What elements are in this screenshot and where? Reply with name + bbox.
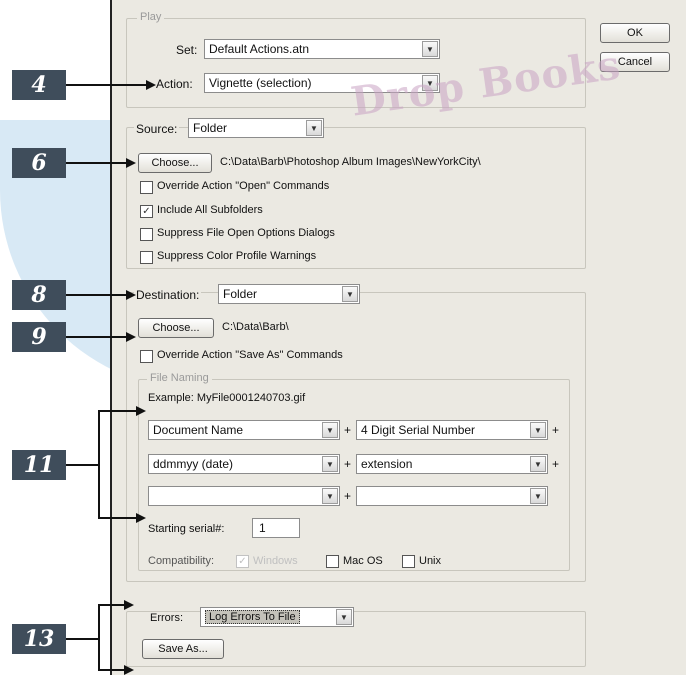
- suppress-open-options-checkbox[interactable]: [140, 228, 153, 241]
- callout-11-bottom-line: [98, 517, 136, 519]
- naming-field-3[interactable]: ddmmyy (date) ▼: [148, 454, 340, 474]
- macos-checkbox[interactable]: [326, 555, 339, 568]
- callout-6: 6: [12, 148, 66, 178]
- callout-11-line: [66, 464, 100, 466]
- chevron-down-icon[interactable]: ▼: [322, 456, 338, 472]
- chevron-down-icon[interactable]: ▼: [306, 120, 322, 136]
- naming-field-5[interactable]: ▼: [148, 486, 340, 506]
- override-open-checkbox[interactable]: [140, 181, 153, 194]
- windows-label: Windows: [253, 555, 298, 567]
- callout-13-bracket: [98, 604, 100, 671]
- source-group: [126, 127, 586, 269]
- action-value: Vignette (selection): [209, 76, 312, 90]
- chevron-down-icon[interactable]: ▼: [530, 456, 546, 472]
- source-choose-button[interactable]: Choose...: [138, 153, 212, 173]
- plus-sign: +: [344, 489, 352, 503]
- plus-sign: +: [552, 457, 560, 471]
- include-subfolders-label: Include All Subfolders: [157, 204, 263, 216]
- callout-4: 4: [12, 70, 66, 100]
- action-label: Action:: [156, 77, 193, 91]
- serial-label: Starting serial#:: [148, 523, 225, 535]
- callout-11-top-arrowhead: [136, 406, 146, 416]
- naming-field-3-value: ddmmyy (date): [153, 457, 234, 471]
- macos-label: Mac OS: [343, 555, 383, 567]
- destination-path: C:\Data\Barb\: [222, 321, 289, 333]
- callout-8-arrowhead: [126, 290, 136, 300]
- callout-11: 11: [12, 450, 66, 480]
- destination-value: Folder: [223, 287, 258, 301]
- errors-label: Errors:: [148, 612, 185, 624]
- callout-8-line: [66, 294, 126, 296]
- source-value: Folder: [193, 121, 228, 135]
- callout-13-bottom-arrowhead: [124, 665, 134, 675]
- chevron-down-icon[interactable]: ▼: [322, 422, 338, 438]
- naming-field-2[interactable]: 4 Digit Serial Number ▼: [356, 420, 548, 440]
- compat-label: Compatibility:: [148, 555, 215, 567]
- callout-13-bottom-line: [98, 669, 124, 671]
- file-naming-legend: File Naming: [147, 372, 212, 384]
- callout-9-arrowhead: [126, 332, 136, 342]
- unix-label: Unix: [419, 555, 442, 567]
- callout-11-bottom-arrowhead: [136, 513, 146, 523]
- callout-13: 13: [12, 624, 66, 654]
- windows-checkbox[interactable]: ✓: [236, 555, 249, 568]
- callout-6-line: [66, 162, 126, 164]
- naming-field-4[interactable]: extension ▼: [356, 454, 548, 474]
- naming-field-1[interactable]: Document Name ▼: [148, 420, 340, 440]
- source-path: C:\Data\Barb\Photoshop Album Images\NewY…: [220, 156, 481, 168]
- override-open-label: Override Action "Open" Commands: [157, 180, 330, 192]
- chevron-down-icon[interactable]: ▼: [336, 609, 352, 625]
- chevron-down-icon[interactable]: ▼: [530, 422, 546, 438]
- callout-13-line: [66, 638, 100, 640]
- set-label: Set:: [176, 43, 198, 57]
- suppress-open-options-label: Suppress File Open Options Dialogs: [157, 227, 335, 239]
- errors-value: Log Errors To File: [205, 610, 300, 624]
- plus-sign: +: [344, 423, 352, 437]
- chevron-down-icon[interactable]: ▼: [422, 41, 438, 57]
- suppress-color-profile-checkbox[interactable]: [140, 251, 153, 264]
- set-value: Default Actions.atn: [209, 42, 310, 56]
- play-legend: Play: [137, 11, 165, 23]
- callout-13-top-arrowhead: [124, 600, 134, 610]
- override-save-as-label: Override Action "Save As" Commands: [157, 349, 343, 361]
- source-label: Source:: [134, 122, 180, 136]
- callout-8: 8: [12, 280, 66, 310]
- naming-field-1-value: Document Name: [153, 423, 244, 437]
- callout-9-line: [66, 336, 126, 338]
- callout-11-bracket: [98, 410, 100, 518]
- file-naming-example: Example: MyFile0001240703.gif: [148, 392, 306, 404]
- callout-4-line: [66, 84, 146, 86]
- save-as-button[interactable]: Save As...: [142, 639, 224, 659]
- file-naming-group: File Naming: [138, 372, 570, 571]
- serial-input[interactable]: 1: [252, 518, 300, 538]
- ok-button[interactable]: OK: [600, 23, 670, 43]
- destination-choose-button[interactable]: Choose...: [138, 318, 214, 338]
- errors-select[interactable]: Log Errors To File ▼: [200, 607, 354, 627]
- chevron-down-icon[interactable]: ▼: [342, 286, 358, 302]
- chevron-down-icon[interactable]: ▼: [530, 488, 546, 504]
- naming-field-2-value: 4 Digit Serial Number: [361, 423, 476, 437]
- callout-6-arrowhead: [126, 158, 136, 168]
- callout-9: 9: [12, 322, 66, 352]
- destination-label: Destination:: [134, 288, 202, 302]
- callout-13-top-line: [98, 604, 124, 606]
- callout-11-top-line: [98, 410, 136, 412]
- set-select[interactable]: Default Actions.atn ▼: [204, 39, 440, 59]
- source-select[interactable]: Folder ▼: [188, 118, 324, 138]
- override-save-as-checkbox[interactable]: [140, 350, 153, 363]
- naming-field-4-value: extension: [361, 457, 413, 471]
- callout-4-arrowhead: [146, 80, 156, 90]
- chevron-down-icon[interactable]: ▼: [322, 488, 338, 504]
- suppress-color-profile-label: Suppress Color Profile Warnings: [157, 250, 317, 262]
- plus-sign: +: [344, 457, 352, 471]
- unix-checkbox[interactable]: [402, 555, 415, 568]
- plus-sign: +: [552, 423, 560, 437]
- destination-select[interactable]: Folder ▼: [218, 284, 360, 304]
- naming-field-6[interactable]: ▼: [356, 486, 548, 506]
- include-subfolders-checkbox[interactable]: ✓: [140, 205, 153, 218]
